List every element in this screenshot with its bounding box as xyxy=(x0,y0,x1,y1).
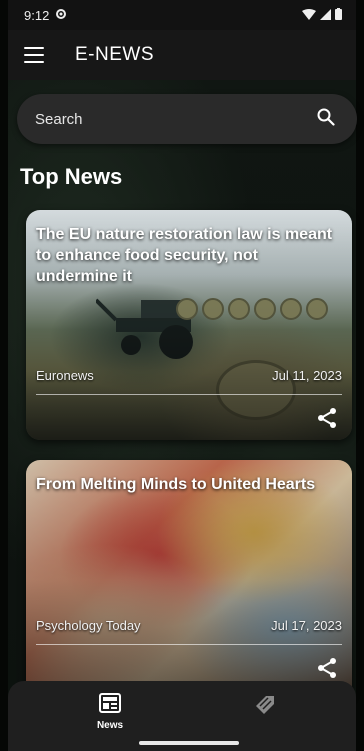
news-source: Euronews xyxy=(36,368,94,383)
wifi-icon xyxy=(302,8,316,23)
share-icon[interactable] xyxy=(316,407,338,429)
frame-left xyxy=(0,0,8,751)
news-meta: Psychology Today Jul 17, 2023 xyxy=(36,618,342,633)
search-icon[interactable] xyxy=(317,108,335,131)
card-divider xyxy=(36,644,342,645)
menu-icon[interactable] xyxy=(24,47,44,63)
status-bar: 9:12 xyxy=(8,0,356,30)
nav-item-news[interactable]: News xyxy=(94,693,126,731)
home-indicator[interactable] xyxy=(139,741,239,745)
newspaper-icon xyxy=(99,693,121,717)
battery-icon xyxy=(335,7,342,23)
news-card[interactable]: From Melting Minds to United Hearts Psyc… xyxy=(26,460,352,700)
news-date: Jul 17, 2023 xyxy=(271,618,342,633)
app-bar: E-NEWS xyxy=(8,30,356,80)
signal-icon xyxy=(320,8,331,23)
status-time: 9:12 xyxy=(24,7,50,23)
app-title: E-NEWS xyxy=(75,44,154,65)
nav-item-tags[interactable] xyxy=(254,694,276,721)
search-input[interactable]: Search xyxy=(35,111,317,128)
tag-icon xyxy=(254,696,276,720)
search-bar[interactable]: Search xyxy=(17,94,357,144)
news-title: From Melting Minds to United Hearts xyxy=(36,476,316,493)
share-icon[interactable] xyxy=(316,657,338,679)
settings-icon xyxy=(55,8,67,23)
card-divider xyxy=(36,394,342,395)
news-meta: Euronews Jul 11, 2023 xyxy=(36,368,342,383)
news-card[interactable]: The EU nature restoration law is meant t… xyxy=(26,210,352,440)
frame-right xyxy=(356,0,364,751)
section-title: Top News xyxy=(20,164,123,189)
bottom-nav: News xyxy=(8,681,356,751)
news-source: Psychology Today xyxy=(36,618,141,633)
news-date: Jul 11, 2023 xyxy=(272,368,342,383)
nav-item-label: News xyxy=(96,720,124,731)
news-title: The EU nature restoration law is meant t… xyxy=(36,226,333,285)
